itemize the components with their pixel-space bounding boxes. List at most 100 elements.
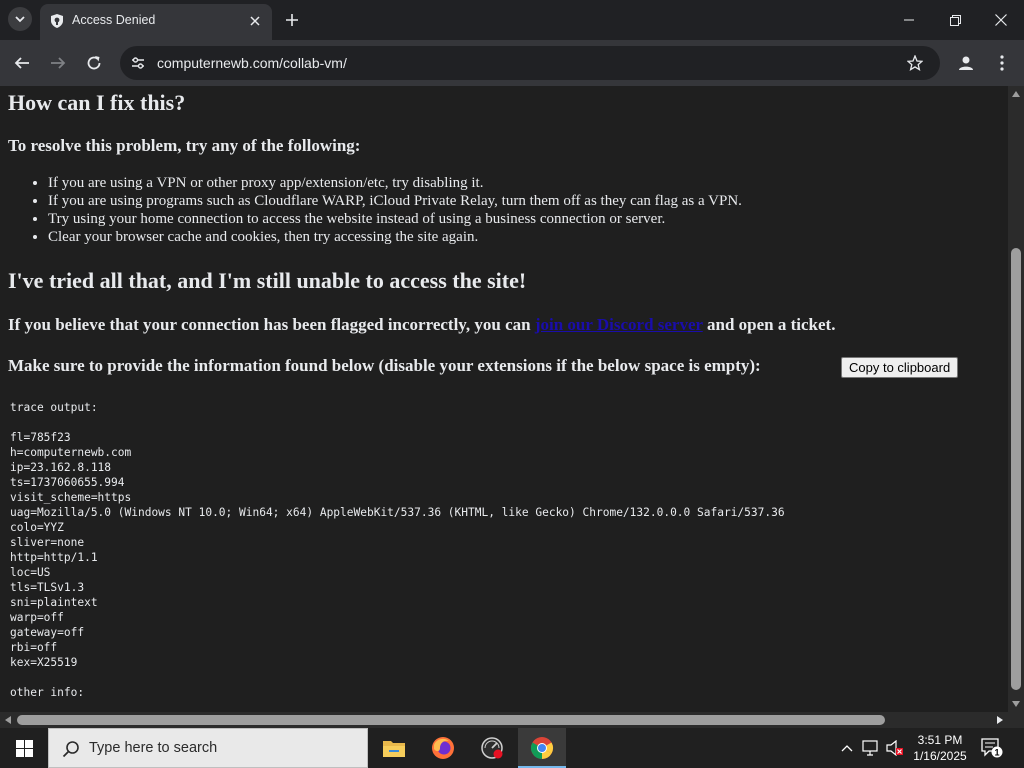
plus-icon [286,14,298,26]
reload-button[interactable] [82,51,106,75]
close-window-button[interactable] [978,0,1024,40]
horizontal-scroll-thumb[interactable] [17,715,885,725]
taskbar-search-box[interactable]: Type here to search [48,728,368,768]
notification-icon: 1 [981,738,1003,758]
minimize-icon [904,19,914,21]
triangle-left-icon [5,716,11,724]
start-button[interactable] [0,728,48,768]
scroll-up-button[interactable] [1008,86,1024,102]
tab-close-button[interactable] [246,12,264,30]
trace-line: loc=US [10,566,51,579]
tips-list: If you are using a VPN or other proxy ap… [48,174,742,246]
scroll-right-button[interactable] [992,712,1008,728]
trace-line: tls=TLSv1.3 [10,581,85,594]
clock-date: 1/16/2025 [913,749,967,763]
trace-line: uag=Mozilla/5.0 (Windows NT 10.0; Win64;… [10,506,785,519]
site-favicon-icon [51,14,63,28]
restore-icon [949,14,961,26]
trace-line: warp=off [10,611,64,624]
arrow-left-icon [14,57,29,69]
taskbar-chrome[interactable] [518,728,566,768]
tab-search-button[interactable] [8,7,32,31]
page-viewport: How can I fix this? To resolve this prob… [0,86,1008,712]
network-icon [862,740,878,756]
vertical-scrollbar[interactable] [1008,86,1024,712]
network-button[interactable] [860,728,882,768]
reload-icon [87,56,101,70]
other-info-label: other info: [10,686,85,699]
trace-title: trace output: [10,401,98,414]
provide-info-text: Make sure to provide the information fou… [8,356,761,375]
tune-icon [132,57,144,69]
trace-line: gateway=off [10,626,85,639]
volume-muted-icon [886,740,903,756]
bookmark-button[interactable] [905,53,925,73]
fix-heading: How can I fix this? [8,90,186,115]
triangle-up-icon [1012,91,1020,97]
flagged-paragraph: If you believe that your connection has … [8,315,835,335]
site-info-button[interactable] [129,54,147,72]
trace-line: visit_scheme=https [10,491,132,504]
horizontal-scrollbar[interactable] [0,712,1008,728]
tip-item: If you are using programs such as Cloudf… [48,192,742,210]
close-icon [250,16,260,26]
trace-line: ts=1737060655.994 [10,476,125,489]
triangle-down-icon [1012,701,1020,707]
taskbar-file-explorer[interactable] [370,728,418,768]
back-button[interactable] [10,51,34,75]
resolve-heading: To resolve this problem, try any of the … [8,136,361,155]
discord-link[interactable]: join our Discord server [535,315,703,334]
tab-title: Access Denied [72,13,156,27]
taskbar-clock[interactable]: 3:51 PM 1/16/2025 [907,732,973,764]
search-icon [61,739,81,759]
notification-count: 1 [994,748,999,758]
trace-line: ip=23.162.8.118 [10,461,112,474]
trace-line: rbi=off [10,641,58,654]
trace-line: kex=X25519 [10,656,78,669]
speedometer-icon [481,737,503,759]
copy-to-clipboard-button[interactable]: Copy to clipboard [841,357,959,378]
notification-center-button[interactable]: 1 [980,736,1004,760]
more-vertical-icon [1000,55,1004,71]
windows-logo-icon [15,739,33,757]
trace-line: http=http/1.1 [10,551,98,564]
person-icon [959,56,973,70]
tip-item: Try using your home connection to access… [48,210,742,228]
vertical-scroll-thumb[interactable] [1011,248,1021,690]
volume-button[interactable] [884,728,906,768]
tip-item: Clear your browser cache and cookies, th… [48,228,742,246]
trace-spacer [10,415,785,430]
arrow-right-icon [51,57,66,69]
trace-line: fl=785f23 [10,431,71,444]
chrome-icon [531,737,553,759]
new-tab-button[interactable] [282,10,302,30]
restore-button[interactable] [932,0,978,40]
scroll-down-button[interactable] [1008,696,1024,712]
clock-time: 3:51 PM [917,733,963,747]
minimize-button[interactable] [886,0,932,40]
show-hidden-icons-button[interactable] [838,728,856,768]
browser-toolbar: computernewb.com/collab-vm/ [0,40,1024,86]
scroll-left-button[interactable] [0,712,16,728]
tab-strip: Access Denied [0,0,1024,40]
chevron-up-icon [841,745,853,752]
tip-item: If you are using a VPN or other proxy ap… [48,174,742,192]
trace-line: colo=YYZ [10,521,64,534]
taskbar-app-speedometer[interactable] [468,728,516,768]
taskbar-firefox[interactable] [419,728,467,768]
close-icon [995,14,1007,26]
taskbar-search-placeholder: Type here to search [89,740,218,756]
profile-button[interactable] [955,52,977,74]
scrollbar-corner [1008,712,1024,728]
windows-taskbar: Type here to search 3:51 PM 1/16/2025 1 [0,728,1024,768]
forward-button[interactable] [46,51,70,75]
browser-menu-button[interactable] [992,52,1012,74]
tab-access-denied[interactable]: Access Denied [40,4,272,40]
triangle-right-icon [997,716,1003,724]
trace-output[interactable]: trace output: fl=785f23 h=computernewb.co… [10,400,785,700]
address-bar[interactable]: computernewb.com/collab-vm/ [120,46,940,80]
flagged-text-before: If you believe that your connection has … [8,315,535,334]
url-text[interactable]: computernewb.com/collab-vm/ [157,55,347,71]
chevron-down-icon [15,16,25,23]
trace-spacer [10,670,785,685]
